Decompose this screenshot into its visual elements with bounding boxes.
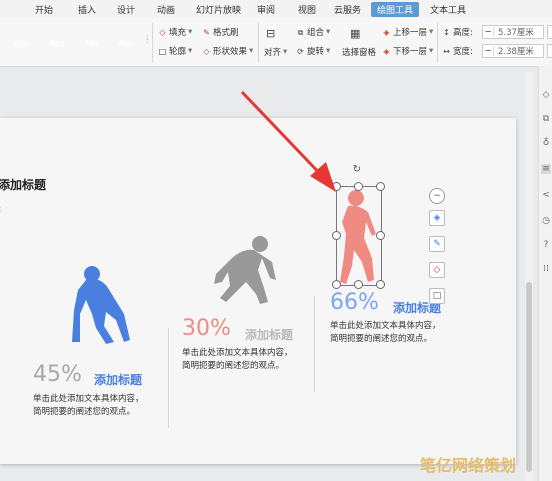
help-icon[interactable]: ? [541, 240, 551, 250]
bring-forward-icon: ◈ [383, 27, 390, 37]
resize-handle-top[interactable] [354, 182, 363, 191]
layers-icon[interactable]: ◈ [429, 210, 445, 226]
height-icon: ↕ [443, 27, 450, 37]
shape-effects-button[interactable]: ◇ 形状效果 ▾ [202, 45, 253, 57]
percent-value-3: 66% [330, 290, 379, 315]
percent-value-2: 30% [182, 316, 231, 341]
resize-handle-bottom-left[interactable] [332, 280, 341, 289]
copy-icon[interactable]: ⧉ [541, 114, 551, 124]
item-desc-2a[interactable]: 单击此处添加文本具体内容， [182, 347, 293, 360]
rotate-handle-icon[interactable]: ↻ [352, 165, 362, 175]
scrollbar-thumb[interactable] [526, 282, 532, 472]
style-gallery-more-icon[interactable]: ⋮ [143, 35, 152, 45]
group-button[interactable]: ⧉ 组合 ▾ [296, 26, 331, 38]
ribbon-tab-bar: 开始 插入 设计 动画 幻灯片放映 审阅 视图 云服务 绘图工具 文本工具 [0, 0, 552, 18]
outline-pen-icon[interactable]: ✎ [429, 236, 445, 252]
outline-button[interactable]: □ 轮廓 ▾ [158, 45, 193, 57]
height-label: ↕ 高度: [443, 27, 473, 39]
item-desc-3b[interactable]: 简明扼要的阐述您的观点。 [330, 333, 432, 346]
item-desc-2b[interactable]: 简明扼要的阐述您的观点。 [182, 360, 284, 373]
frame-icon[interactable]: □ [429, 288, 445, 304]
fill-button[interactable]: ◇ 填充 ▾ [158, 26, 192, 38]
divider [437, 23, 438, 63]
object-icon[interactable]: ♁ [541, 138, 551, 148]
brush-icon: ✎ [203, 27, 210, 37]
divider-line-2 [314, 296, 315, 392]
tab-cloud[interactable]: 云服务 [334, 3, 361, 16]
outline-icon: □ [158, 46, 167, 56]
ribbon-toolbar: Abc Abc Abc Abc ⋮ ◇ 填充 ▾ ✎ 格式刷 □ 轮廓 ▾ ◇ 形状效果 ▾ … [0, 18, 552, 67]
send-backward-button[interactable]: ◈ 下移一层 ▾ [382, 45, 433, 57]
tab-insert[interactable]: 插入 [78, 3, 96, 16]
style-swatch-2[interactable]: Abc [41, 31, 73, 55]
divider [152, 23, 153, 63]
task-pane-bar: ◇ ⧉ ♁ ≡ < ◷ ? ⁞⁞ [538, 66, 552, 481]
fill-bucket-icon[interactable]: ◇ [429, 262, 445, 278]
shape-icon[interactable]: ◇ [541, 90, 551, 100]
width-label: ↔ 宽度: [443, 46, 473, 58]
divider [258, 23, 259, 63]
fill-icon: ◇ [159, 27, 166, 37]
watermark-text: 笔亿网络策划 [420, 456, 517, 475]
tab-drawing-tools[interactable]: 绘图工具 [371, 2, 420, 17]
history-icon[interactable]: ◷ [541, 216, 551, 226]
height-input-edge [547, 25, 552, 39]
tab-home[interactable]: 开始 [35, 3, 53, 16]
width-icon: ↔ [443, 46, 450, 56]
runner-figure-gray[interactable] [210, 234, 282, 306]
format-painter-button[interactable]: ✎ 格式刷 [202, 26, 238, 39]
resize-handle-right[interactable] [376, 231, 385, 240]
style-swatch-4[interactable]: Abc [110, 31, 142, 55]
divider-line-1 [168, 328, 169, 428]
align-icon: ⊟ [266, 27, 276, 40]
width-input-edge [547, 44, 552, 58]
selection-pane-icon: ▦ [350, 27, 361, 40]
rotate-button[interactable]: ⟳ 旋转 ▾ [296, 45, 330, 57]
item-desc-1a[interactable]: 单击此处添加文本具体内容， [33, 393, 144, 406]
resize-handle-bottom-right[interactable] [376, 280, 385, 289]
decrease-icon[interactable]: − [483, 27, 494, 37]
item-desc-3a[interactable]: 单击此处添加文本具体内容， [330, 320, 441, 333]
resize-handle-left[interactable] [332, 231, 341, 240]
tab-slideshow[interactable]: 幻灯片放映 [196, 3, 241, 16]
style-swatch-3[interactable]: Abc [76, 31, 108, 55]
bring-forward-button[interactable]: ◈ 上移一层 ▾ [382, 26, 433, 38]
item-title-1[interactable]: 添加标题 [94, 371, 142, 388]
item-title-2[interactable]: 添加标题 [245, 326, 293, 343]
shape-effects-icon: ◇ [203, 46, 210, 56]
width-input[interactable]: −2.38厘米 [482, 44, 544, 58]
share-icon[interactable]: < [541, 190, 551, 200]
slide-title[interactable]: 添加标题 [0, 176, 46, 193]
tab-design[interactable]: 设计 [117, 3, 135, 16]
more-icon[interactable]: ⁞⁞ [541, 264, 551, 274]
height-input[interactable]: −5.37厘米 [482, 25, 544, 39]
style-swatch-1[interactable]: Abc [5, 31, 37, 55]
align-button[interactable]: 对齐 ▾ [264, 46, 287, 58]
annotation-arrow [240, 90, 336, 192]
selection-pane-button[interactable]: 选择窗格 [342, 46, 376, 58]
tab-view[interactable]: 视图 [298, 3, 316, 16]
item-desc-1b[interactable]: 简明扼要的阐述您的观点。 [33, 406, 135, 419]
runner-figure-blue[interactable] [66, 264, 136, 346]
properties-icon[interactable]: ≡ [541, 164, 551, 174]
group-icon: ⧉ [297, 27, 304, 37]
decrease-icon[interactable]: − [483, 46, 494, 56]
vertical-scrollbar[interactable] [525, 72, 533, 481]
send-backward-icon: ◈ [383, 46, 390, 56]
tab-review[interactable]: 审阅 [257, 3, 275, 16]
percent-value-1: 45% [33, 362, 82, 387]
resize-handle-top-right[interactable] [376, 182, 385, 191]
tab-animation[interactable]: 动画 [157, 3, 175, 16]
slide-subtitle-fragment: : [0, 204, 1, 215]
collapse-icon[interactable]: − [429, 188, 445, 204]
rotate-icon: ⟳ [297, 46, 304, 56]
resize-handle-bottom[interactable] [354, 280, 363, 289]
tab-text-tools[interactable]: 文本工具 [430, 3, 466, 16]
